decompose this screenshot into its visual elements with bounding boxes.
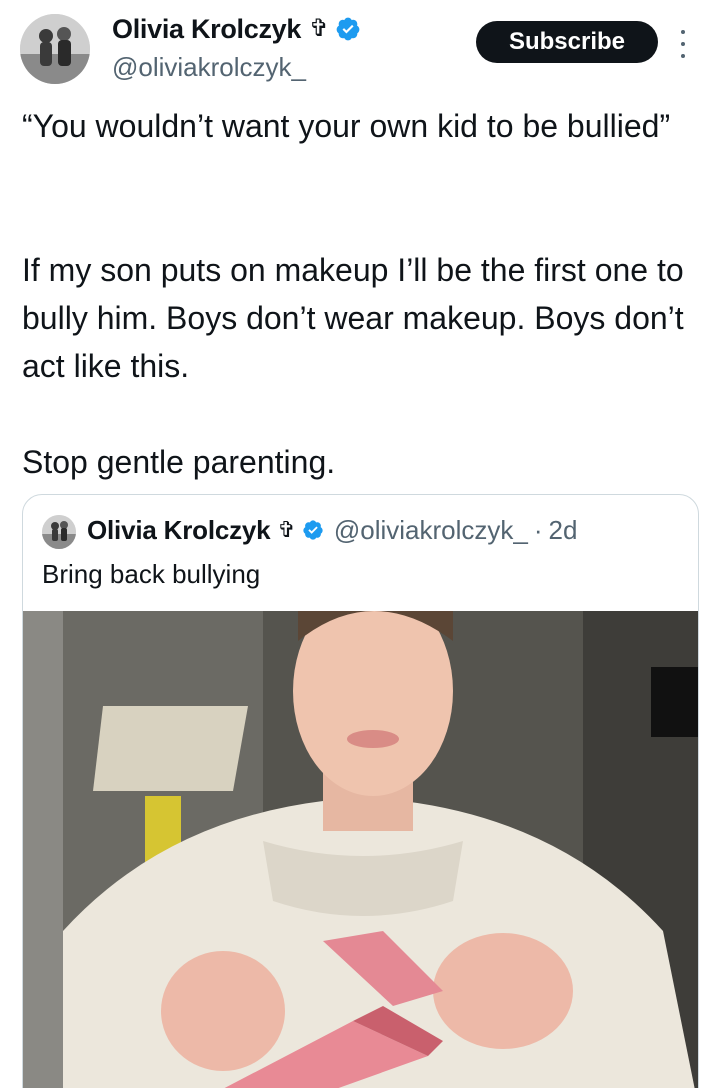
verified-badge-icon: [336, 17, 360, 41]
tweet-paragraph-3: Stop gentle parenting.: [22, 444, 336, 480]
quoted-tweet-text: Bring back bullying: [42, 559, 261, 589]
subscribe-button[interactable]: Subscribe: [476, 21, 658, 63]
quoted-avatar-image: [42, 515, 76, 549]
quoted-separator: ·: [533, 515, 543, 545]
quoted-media-video[interactable]: [23, 611, 698, 1088]
quoted-tweet-card[interactable]: Olivia Krolczyk ✞ @oliviakrolczyk_ · 2d …: [22, 494, 699, 1088]
quoted-cross-icon: ✞: [277, 517, 296, 542]
more-vertical-icon[interactable]: [676, 30, 690, 58]
quoted-verified-badge-icon: [303, 520, 323, 540]
avatar-image: [20, 14, 90, 84]
author-avatar[interactable]: [20, 14, 90, 84]
quoted-header-row: Olivia Krolczyk ✞ @oliviakrolczyk_ · 2d: [87, 513, 577, 547]
author-handle[interactable]: @oliviakrolczyk_: [112, 52, 306, 82]
tweet-paragraph-2: If my son puts on makeup I’ll be the fir…: [22, 252, 684, 384]
quoted-handle: @oliviakrolczyk_: [333, 515, 528, 545]
quoted-author-avatar[interactable]: [42, 515, 76, 549]
author-display-name[interactable]: Olivia Krolczyk: [112, 14, 301, 44]
cross-icon: ✞: [309, 15, 330, 42]
author-name-row: Olivia Krolczyk ✞: [112, 14, 361, 44]
quoted-display-name: Olivia Krolczyk: [87, 515, 271, 545]
tweet-paragraph-1: “You wouldn’t want your own kid to be bu…: [22, 108, 671, 144]
video-still-image: [23, 611, 698, 1088]
quoted-timestamp[interactable]: 2d: [549, 513, 578, 547]
